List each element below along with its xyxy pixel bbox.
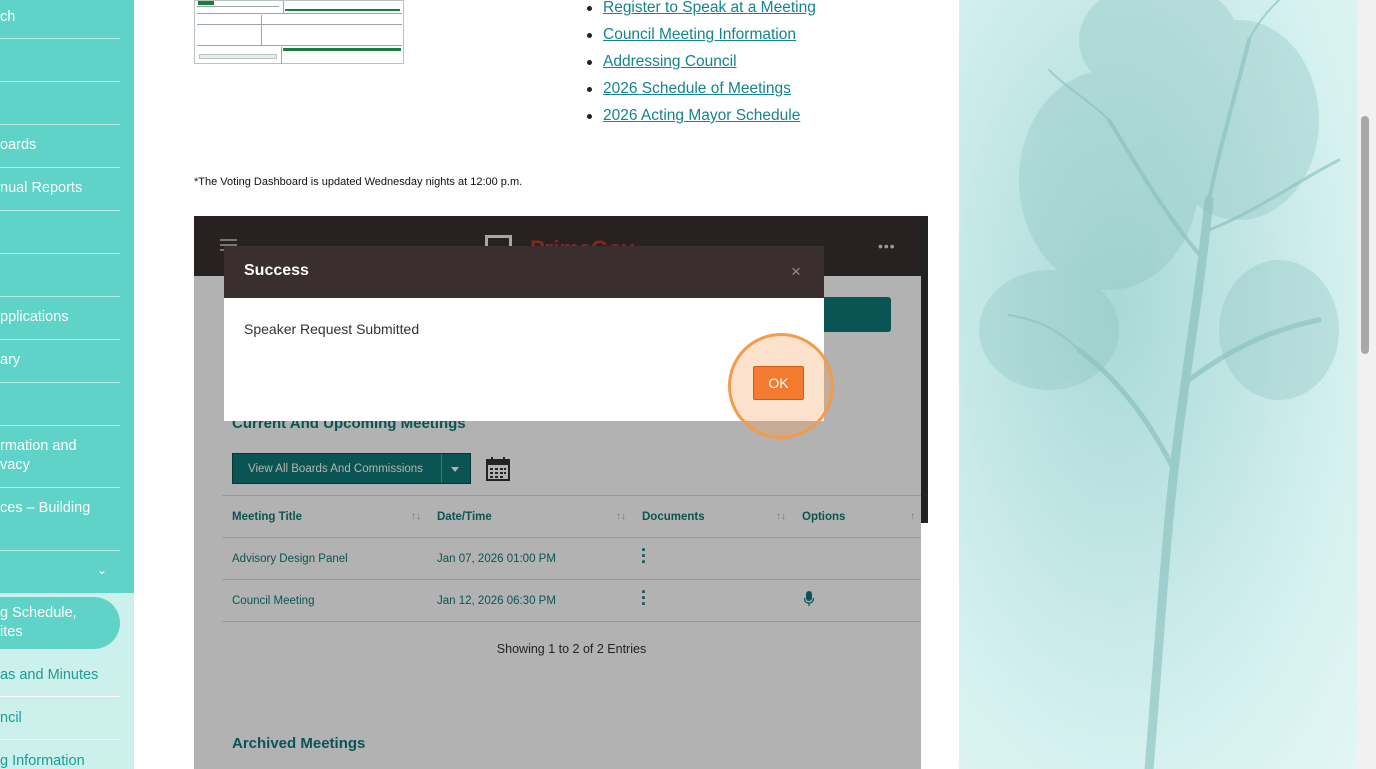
sidebar-item[interactable]: oards — [0, 125, 120, 168]
list-item: Register to Speak at a Meeting — [583, 0, 816, 21]
list-item: Addressing Council — [583, 48, 816, 75]
background-tree-image — [959, 0, 1357, 769]
schedule-of-meetings-link[interactable]: 2026 Schedule of Meetings — [603, 80, 791, 97]
sidebar-item[interactable] — [0, 82, 120, 125]
sidebar-item[interactable] — [0, 211, 120, 254]
embed-scrollbar[interactable] — [921, 216, 928, 523]
sidebar-item[interactable] — [0, 383, 120, 426]
sidebar-item[interactable] — [0, 39, 120, 82]
sidebar-item-expandable[interactable]: ⌄ — [0, 551, 120, 593]
close-icon[interactable]: × — [791, 262, 801, 282]
sidebar-item-library[interactable]: ary — [0, 340, 120, 383]
list-item: 2026 Schedule of Meetings — [583, 75, 816, 102]
tree-silhouette — [979, 0, 1341, 769]
sidebar-subitem-information[interactable]: g Information — [0, 740, 120, 769]
ok-button[interactable]: OK — [753, 366, 804, 400]
sidebar-item-applications[interactable]: pplications — [0, 297, 120, 340]
dialog-header: Success × — [224, 246, 824, 298]
sidebar-submenu: g Schedule, ites as and Minutes ncil g I… — [0, 593, 134, 769]
list-item: 2026 Acting Mayor Schedule — [583, 102, 816, 129]
page-scrollbar[interactable] — [1357, 0, 1376, 769]
sidebar-item-services-building[interactable]: ces – Building — [0, 488, 120, 551]
register-to-speak-link[interactable]: Register to Speak at a Meeting — [603, 0, 816, 16]
dialog-message: Speaker Request Submitted — [244, 321, 420, 337]
sidebar-subitem-council[interactable]: ncil — [0, 697, 120, 740]
sidebar-item[interactable] — [0, 254, 120, 297]
primegov-embed: PrimeGov ••• Current And Upcoming Meetin… — [194, 216, 928, 769]
voting-dashboard-thumbnail[interactable] — [194, 0, 404, 64]
sidebar-item-annual-reports[interactable]: nual Reports — [0, 168, 120, 211]
scrollbar-thumb[interactable] — [1361, 116, 1369, 354]
sidebar-subitem-meeting-schedule[interactable]: g Schedule, ites — [0, 597, 120, 649]
sidebar-item[interactable]: ch — [0, 0, 120, 39]
acting-mayor-schedule-link[interactable]: 2026 Acting Mayor Schedule — [603, 107, 800, 124]
sidebar-item-information-privacy[interactable]: rmation and vacy — [0, 426, 120, 488]
voting-dashboard-note: *The Voting Dashboard is updated Wednesd… — [194, 176, 523, 188]
meeting-links-list: Register to Speak at a Meeting Council M… — [583, 0, 816, 129]
council-meeting-information-link[interactable]: Council Meeting Information — [603, 26, 796, 43]
dialog-title: Success — [244, 262, 309, 279]
sidebar: ch oards nual Reports pplications ary rm… — [0, 0, 134, 769]
list-item: Council Meeting Information — [583, 21, 816, 48]
chevron-down-icon[interactable]: ⌄ — [97, 561, 107, 580]
addressing-council-link[interactable]: Addressing Council — [603, 53, 737, 70]
success-dialog: Success × Speaker Request Submitted OK — [224, 246, 834, 439]
sidebar-subitem-agendas-minutes[interactable]: as and Minutes — [0, 654, 120, 697]
